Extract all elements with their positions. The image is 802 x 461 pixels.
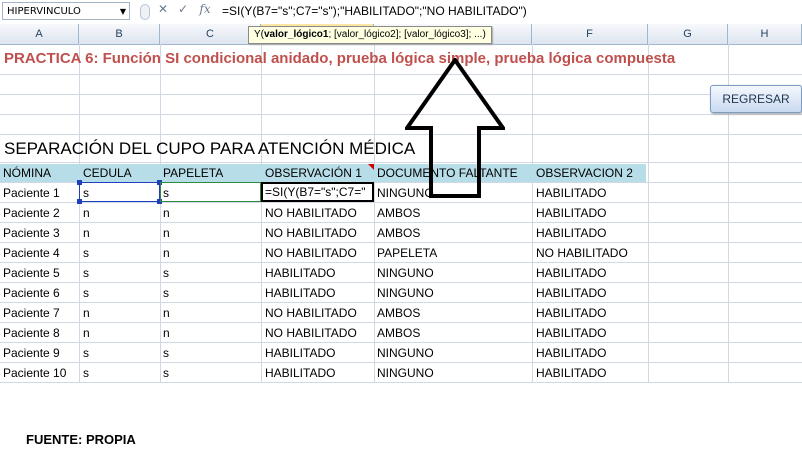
- cell-observacion-2[interactable]: HABILITADO: [536, 283, 606, 303]
- cell-observacion-2[interactable]: HABILITADO: [536, 263, 606, 283]
- page-title: PRACTICA 6: Función SI condicional anida…: [4, 50, 676, 67]
- column-header-a[interactable]: A: [0, 24, 79, 44]
- cell-papeleta[interactable]: s: [163, 283, 169, 303]
- cell-observacion-2[interactable]: HABILITADO: [536, 223, 606, 243]
- cell-nomina[interactable]: Paciente 3: [3, 223, 60, 243]
- up-arrow-annotation: [405, 58, 505, 198]
- cell-observacion-2[interactable]: HABILITADO: [536, 203, 606, 223]
- cell-documento-faltante[interactable]: PAPELETA: [377, 243, 437, 263]
- cell-nomina[interactable]: Paciente 7: [3, 303, 60, 323]
- tooltip-rest[interactable]: ; [valor_lógico2]; [valor_lógico3]; ...): [328, 29, 485, 40]
- cell-papeleta[interactable]: n: [163, 203, 170, 223]
- cell-nomina[interactable]: Paciente 9: [3, 343, 60, 363]
- cell-observacion-1[interactable]: HABILITADO: [265, 283, 335, 303]
- column-header-f[interactable]: F: [532, 24, 648, 44]
- cell-observacion-1[interactable]: HABILITADO: [265, 343, 335, 363]
- column-header-b[interactable]: B: [79, 24, 160, 44]
- cell-documento-faltante[interactable]: NINGUNO: [377, 343, 434, 363]
- cell-nomina[interactable]: Paciente 4: [3, 243, 60, 263]
- cell-observacion-1[interactable]: NO HABILITADO: [265, 243, 357, 263]
- name-box-value: HIPERVINCULO: [7, 6, 81, 17]
- cell-cedula[interactable]: n: [83, 203, 90, 223]
- table-subtitle: SEPARACIÓN DEL CUPO PARA ATENCIÓN MÉDICA: [4, 139, 416, 158]
- formula-bar: HIPERVINCULO ▼ ✕ ✓ fx =SI(Y(B7="s";C7="s…: [0, 0, 802, 25]
- name-box[interactable]: HIPERVINCULO ▼: [2, 2, 130, 20]
- cell-papeleta[interactable]: n: [163, 223, 170, 243]
- cell-cedula[interactable]: n: [83, 323, 90, 343]
- enter-icon[interactable]: ✓: [174, 0, 192, 18]
- cell-cedula[interactable]: s: [83, 243, 89, 263]
- cell-observacion-2[interactable]: HABILITADO: [536, 343, 606, 363]
- cell-documento-faltante[interactable]: NINGUNO: [377, 263, 434, 283]
- cell-nomina[interactable]: Paciente 6: [3, 283, 60, 303]
- cell-observacion-1[interactable]: NO HABILITADO: [265, 323, 357, 343]
- comment-indicator-icon[interactable]: [368, 164, 374, 170]
- cell-cedula[interactable]: n: [83, 303, 90, 323]
- cell-nomina[interactable]: Paciente 8: [3, 323, 60, 343]
- cell-cedula[interactable]: s: [83, 343, 89, 363]
- formula-input[interactable]: =SI(Y(B7="s";C7="s");"HABILITADO";"NO HA…: [222, 2, 527, 20]
- tooltip-prefix: Y(: [254, 29, 264, 40]
- header-nomina: NÓMINA: [3, 166, 51, 180]
- cell-cedula[interactable]: s: [83, 363, 89, 383]
- cell-documento-faltante[interactable]: AMBOS: [377, 223, 420, 243]
- cell-nomina[interactable]: Paciente 5: [3, 263, 60, 283]
- cell-observacion-1[interactable]: NO HABILITADO: [265, 223, 357, 243]
- cell-papeleta[interactable]: n: [163, 303, 170, 323]
- cell-cedula[interactable]: s: [83, 263, 89, 283]
- regresar-button[interactable]: REGRESAR: [710, 85, 802, 113]
- cell-observacion-2[interactable]: HABILITADO: [536, 183, 606, 203]
- cell-cedula[interactable]: n: [83, 223, 90, 243]
- header-cedula: CEDULA: [83, 166, 132, 180]
- header-papeleta: PAPELETA: [163, 166, 224, 180]
- function-tooltip: Y(valor_lógico1; [valor_lógico2]; [valor…: [248, 26, 492, 44]
- fx-icon[interactable]: fx: [196, 0, 214, 18]
- cell-nomina[interactable]: Paciente 10: [3, 363, 66, 383]
- column-header-h[interactable]: H: [728, 24, 802, 44]
- tooltip-current-arg[interactable]: valor_lógico1: [264, 29, 328, 40]
- cell-cedula[interactable]: s: [83, 283, 89, 303]
- cell-observacion-1[interactable]: NO HABILITADO: [265, 203, 357, 223]
- source-note: FUENTE: PROPIA: [26, 432, 136, 447]
- reference-highlight-b7: [77, 180, 162, 204]
- header-observacion-1: OBSERVACIÓN 1: [265, 166, 362, 180]
- cell-observacion-2[interactable]: HABILITADO: [536, 363, 606, 383]
- cell-documento-faltante[interactable]: NINGUNO: [377, 363, 434, 383]
- dropdown-arrow-icon[interactable]: ▼: [120, 3, 126, 21]
- cell-observacion-2[interactable]: NO HABILITADO: [536, 243, 628, 263]
- cell-papeleta[interactable]: s: [163, 263, 169, 283]
- cell-observacion-1[interactable]: HABILITADO: [265, 363, 335, 383]
- column-header-c[interactable]: C: [160, 24, 261, 44]
- cell-papeleta[interactable]: s: [163, 343, 169, 363]
- reference-highlight-c7: [160, 182, 261, 202]
- cell-observacion-2[interactable]: HABILITADO: [536, 303, 606, 323]
- cell-observacion-2[interactable]: HABILITADO: [536, 323, 606, 343]
- cell-papeleta[interactable]: n: [163, 323, 170, 343]
- cell-documento-faltante[interactable]: AMBOS: [377, 303, 420, 323]
- formula-bar-splitter[interactable]: [140, 4, 150, 20]
- header-observacion-2: OBSERVACION 2: [536, 166, 633, 180]
- active-cell-editor[interactable]: =SI(Y(B7="s";C7=": [261, 182, 374, 202]
- cell-documento-faltante[interactable]: NINGUNO: [377, 283, 434, 303]
- cell-observacion-1[interactable]: HABILITADO: [265, 263, 335, 283]
- cell-papeleta[interactable]: s: [163, 363, 169, 383]
- cancel-icon[interactable]: ✕: [154, 0, 172, 18]
- cell-papeleta[interactable]: n: [163, 243, 170, 263]
- cell-observacion-1[interactable]: NO HABILITADO: [265, 303, 357, 323]
- cell-nomina[interactable]: Paciente 1: [3, 183, 60, 203]
- cell-documento-faltante[interactable]: AMBOS: [377, 323, 420, 343]
- cell-nomina[interactable]: Paciente 2: [3, 203, 60, 223]
- column-header-g[interactable]: G: [648, 24, 728, 44]
- cell-documento-faltante[interactable]: AMBOS: [377, 203, 420, 223]
